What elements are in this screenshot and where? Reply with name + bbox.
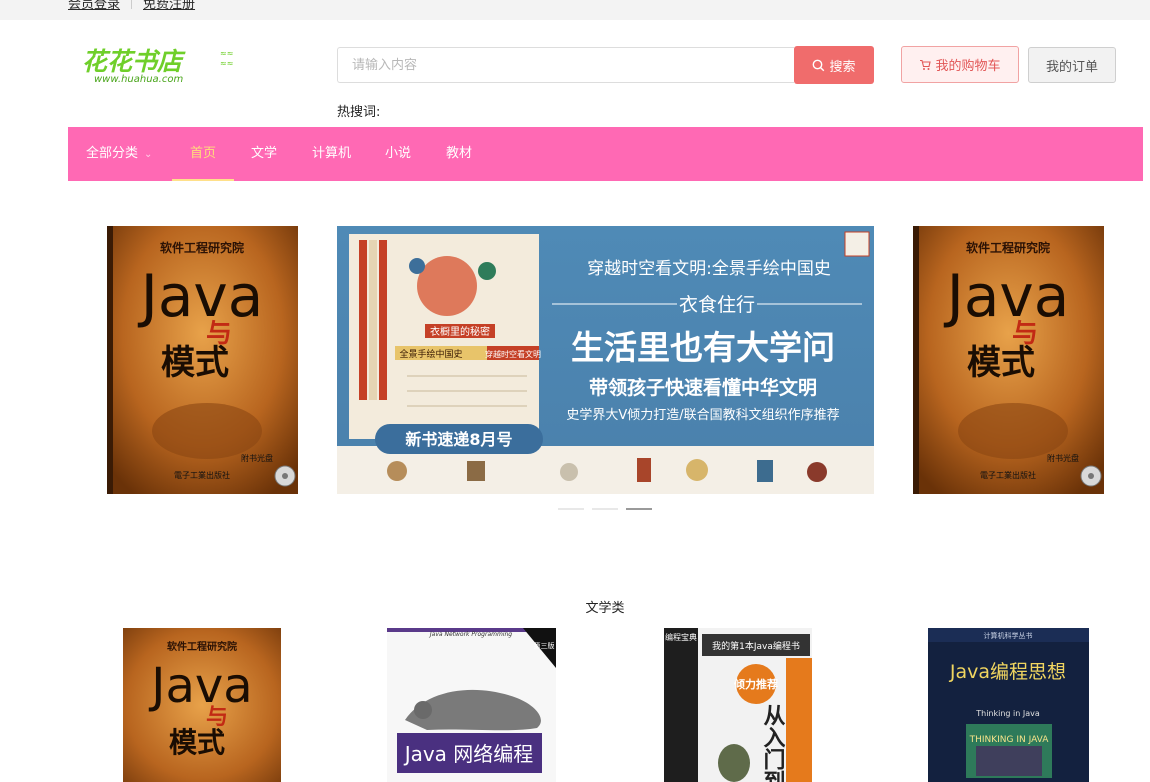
- carousel-dot-active[interactable]: [626, 508, 652, 510]
- search-button-label: 搜索: [829, 59, 856, 75]
- svg-text:衣橱里的秘密: 衣橱里的秘密: [430, 325, 490, 338]
- carousel-next-book[interactable]: 软件工程研究院 Java 与 模式 附书光盘 電子工業出版社: [913, 226, 1104, 494]
- svg-text:穿越时空看文明:全景手绘中国史: 穿越时空看文明:全景手绘中国史: [587, 259, 831, 279]
- svg-text:从入门到: 从入门到: [760, 704, 786, 782]
- svg-text:THINKING IN JAVA: THINKING IN JAVA: [969, 735, 1050, 745]
- svg-text:模式: 模式: [169, 726, 225, 759]
- book-card[interactable]: Java Network Programming 第三版 Java 网络编程: [387, 628, 556, 782]
- top-bar: 会员登录 免费注册: [0, 0, 1150, 20]
- carousel-indicators: [558, 508, 652, 510]
- svg-text:第三版: 第三版: [534, 641, 555, 650]
- site-logo[interactable]: 花花书店 ≈≈ ≈≈ www.huahua.com: [80, 44, 240, 86]
- logo-text: 花花书店: [82, 47, 186, 76]
- all-categories-menu[interactable]: 全部分类 ⌄: [86, 127, 152, 181]
- cart-label: 我的购物车: [935, 59, 1001, 74]
- svg-text:Thinking in Java: Thinking in Java: [975, 709, 1040, 718]
- all-categories-label: 全部分类: [86, 146, 139, 161]
- book-card[interactable]: 编程宝典 我的第1本Java编程书 倾力推荐 从入门到: [664, 628, 812, 782]
- search-button[interactable]: 搜索: [794, 46, 874, 84]
- svg-text:≈≈: ≈≈: [220, 59, 233, 68]
- svg-text:软件工程研究院: 软件工程研究院: [167, 640, 237, 653]
- cart-button[interactable]: 我的购物车: [901, 46, 1019, 83]
- nav-item-computer[interactable]: 计算机: [312, 127, 351, 181]
- svg-text:附书光盘: 附书光盘: [1047, 453, 1079, 463]
- svg-text:史学界大V倾力打造/联合国教科文组织作序推荐: 史学界大V倾力打造/联合国教科文组织作序推荐: [566, 407, 839, 423]
- orders-button[interactable]: 我的订单: [1028, 47, 1116, 83]
- svg-text:衣食住行: 衣食住行: [679, 294, 755, 316]
- svg-text:Java编程思想: Java编程思想: [949, 661, 1066, 683]
- logo-subtext: www.huahua.com: [94, 74, 183, 85]
- svg-text:新书速递8月号: 新书速递8月号: [405, 430, 512, 449]
- search-bar: 搜索: [337, 46, 874, 84]
- nav-item-literature[interactable]: 文学: [251, 127, 277, 181]
- svg-text:倾力推荐: 倾力推荐: [733, 677, 778, 691]
- carousel-prev-book[interactable]: 软件工程研究院 Java 与 模式 附书光盘 電子工業出版社: [107, 226, 298, 494]
- svg-text:带领孩子快速看懂中华文明: 带领孩子快速看懂中华文明: [589, 376, 817, 399]
- nav-item-home[interactable]: 首页: [171, 127, 235, 181]
- svg-text:電子工業出版社: 電子工業出版社: [980, 470, 1036, 480]
- svg-text:模式: 模式: [967, 343, 1035, 383]
- book-card[interactable]: 软件工程研究院 Java 与 模式: [123, 628, 281, 782]
- svg-text:软件工程研究院: 软件工程研究院: [966, 240, 1050, 255]
- carousel-dot[interactable]: [592, 508, 618, 510]
- svg-text:软件工程研究院: 软件工程研究院: [160, 240, 244, 255]
- orders-label: 我的订单: [1045, 59, 1098, 75]
- svg-text:我的第1本Java编程书: 我的第1本Java编程书: [712, 640, 800, 652]
- register-link[interactable]: 免费注册: [143, 0, 195, 12]
- chevron-down-icon: ⌄: [144, 149, 153, 160]
- svg-text:Java Network Programming: Java Network Programming: [429, 631, 512, 638]
- svg-text:Java: Java: [148, 658, 252, 714]
- svg-text:编程宝典: 编程宝典: [665, 632, 697, 642]
- book-card[interactable]: 计算机科学丛书 Java编程思想 Thinking in Java THINKI…: [928, 628, 1089, 782]
- svg-text:Java: Java: [944, 262, 1070, 330]
- account-links: 会员登录 免费注册: [68, 0, 195, 12]
- carousel-banner[interactable]: 衣橱里的秘密 全景手绘中国史 穿越时空看文明 新书速递8月号 穿越时空看文明:全…: [337, 226, 874, 494]
- svg-text:模式: 模式: [161, 343, 229, 383]
- main-nav: 全部分类 ⌄ 首页 文学 计算机 小说 教材: [68, 127, 1143, 181]
- svg-text:穿越时空看文明: 穿越时空看文明: [485, 349, 541, 359]
- nav-item-novel[interactable]: 小说: [385, 127, 411, 181]
- section-title: 文学类: [585, 601, 625, 616]
- search-icon: [813, 59, 825, 71]
- divider: [131, 0, 133, 9]
- nav-item-textbook[interactable]: 教材: [446, 127, 472, 181]
- svg-text:Java: Java: [138, 262, 264, 330]
- login-link[interactable]: 会员登录: [68, 0, 120, 12]
- carousel-dot[interactable]: [558, 508, 584, 510]
- svg-text:生活里也有大学问: 生活里也有大学问: [571, 328, 835, 367]
- svg-text:Java 网络编程: Java 网络编程: [403, 742, 534, 766]
- cart-icon: [920, 59, 932, 70]
- svg-text:電子工業出版社: 電子工業出版社: [174, 470, 230, 480]
- search-input[interactable]: [337, 47, 794, 83]
- svg-text:计算机科学丛书: 计算机科学丛书: [984, 631, 1033, 640]
- svg-text:全景手绘中国史: 全景手绘中国史: [399, 348, 462, 360]
- hot-search-label: 热搜词:: [337, 105, 381, 120]
- svg-text:附书光盘: 附书光盘: [241, 453, 273, 463]
- svg-text:≈≈: ≈≈: [220, 49, 233, 58]
